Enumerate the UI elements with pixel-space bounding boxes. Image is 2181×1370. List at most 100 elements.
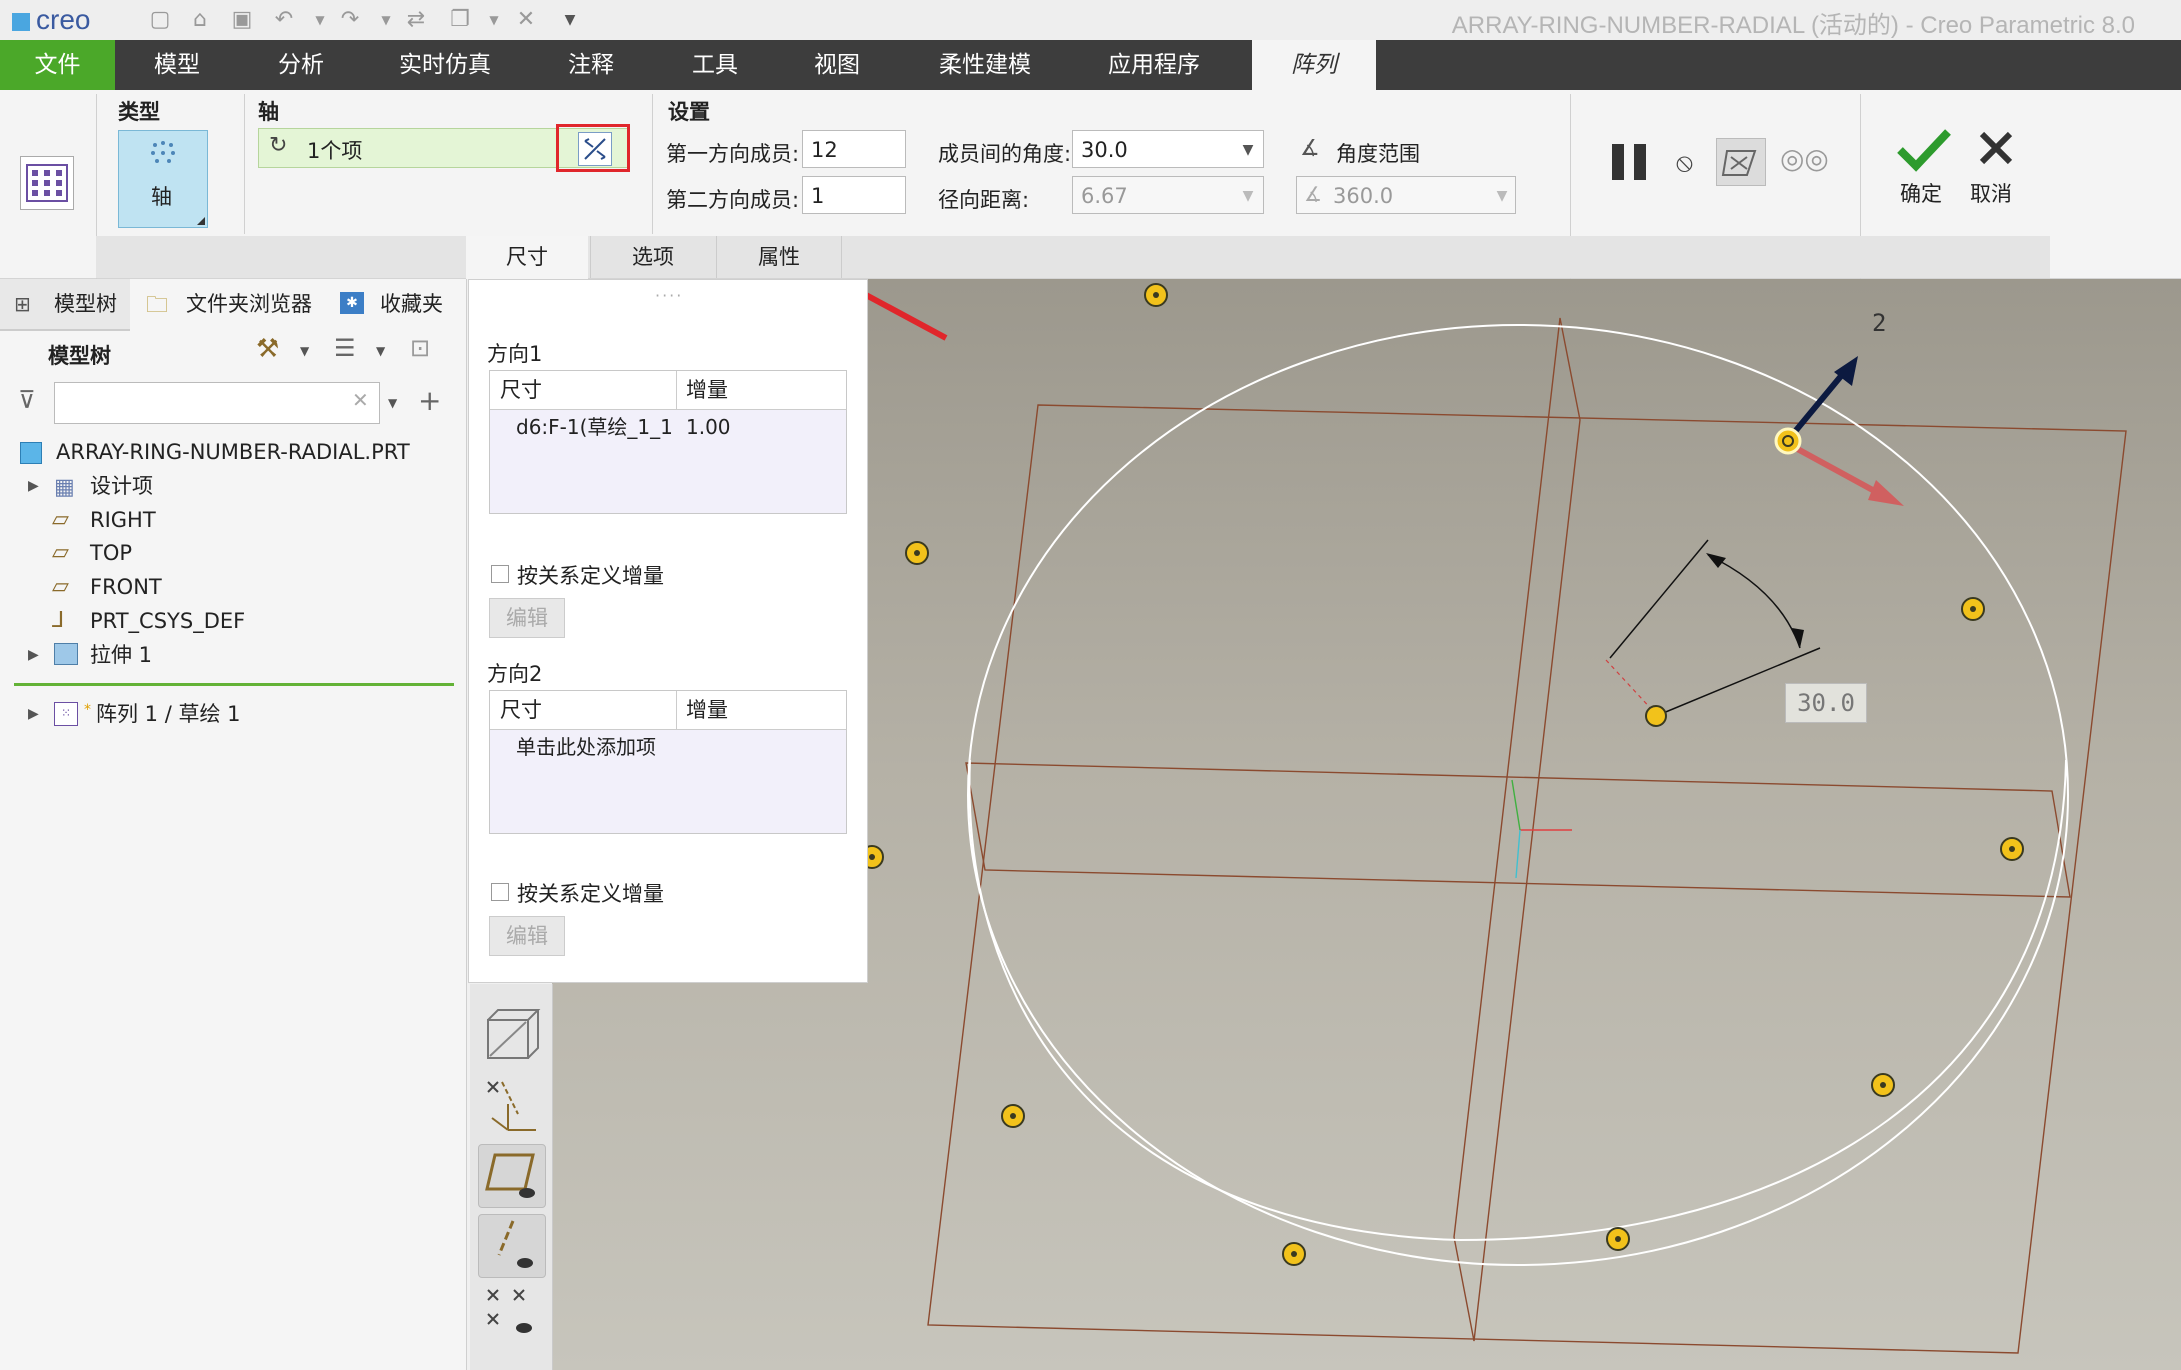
dir1-edit-button[interactable]: 编辑	[489, 598, 565, 638]
open-icon[interactable]: ⌂	[186, 6, 214, 34]
tree-item-extrude[interactable]: ▶ 拉伸 1	[28, 639, 460, 671]
design-items-icon: ▦	[54, 475, 75, 500]
confirm-label[interactable]: 确定	[1900, 178, 1942, 208]
dir2-members-label: 第二方向成员:	[666, 188, 800, 212]
menu-annotate[interactable]: 注释	[546, 40, 636, 90]
tree-item-part[interactable]: ARRAY-RING-NUMBER-RADIAL.PRT	[20, 436, 460, 468]
extrude-icon	[54, 643, 78, 665]
menu-live-simulation[interactable]: 实时仿真	[380, 40, 510, 90]
angle-range-label[interactable]: 角度范围	[1336, 138, 1420, 168]
menu-tools[interactable]: 工具	[668, 40, 762, 90]
menu-model[interactable]: 模型	[130, 40, 224, 90]
menu-view[interactable]: 视图	[790, 40, 884, 90]
checkmark-icon	[1897, 129, 1951, 172]
windows-dropdown-icon[interactable]: ▼	[480, 6, 508, 34]
cancel-button[interactable]	[1974, 126, 2020, 176]
dimension-witness-line	[1609, 539, 1709, 659]
angle-range-input-icon: ∡	[1304, 182, 1322, 206]
expand-icon[interactable]: ▶	[28, 470, 39, 502]
flip-direction-icon	[584, 138, 606, 160]
menu-file[interactable]: 文件	[0, 40, 115, 90]
dir1-members-input[interactable]: 12	[802, 130, 906, 168]
tree-settings-icon[interactable]: ⚒	[256, 334, 279, 364]
type-label: 类型	[118, 100, 160, 124]
menu-bar: 文件 模型 分析 实时仿真 注释 工具 视图 柔性建模 应用程序 阵列	[0, 40, 2181, 90]
table-row[interactable]: d6:F-1(草绘_1_1) 1.00	[490, 409, 846, 445]
tab-properties[interactable]: 属性	[716, 236, 842, 278]
grip-icon[interactable]: ····	[655, 286, 683, 305]
new-icon[interactable]: ▢	[146, 6, 174, 34]
tree-item-front[interactable]: ▱ FRONT	[52, 571, 460, 603]
angle-range-dropdown-icon[interactable]: ▼	[1490, 188, 1514, 204]
angle-dimension-label[interactable]: 30.0	[1785, 683, 1867, 723]
csys-y-axis	[1511, 779, 1521, 831]
tree-item-pattern[interactable]: ▶ ⁙ * 阵列 1 / 草绘 1	[28, 698, 460, 730]
direction-arrow-red	[1790, 443, 1882, 497]
radial-distance-dropdown-icon[interactable]: ▼	[1236, 188, 1260, 204]
expand-icon[interactable]: ▶	[28, 639, 39, 671]
menu-applications[interactable]: 应用程序	[1086, 40, 1222, 90]
flip-direction-button[interactable]	[578, 132, 612, 166]
clear-search-icon[interactable]: ✕	[352, 388, 369, 412]
tree-settings-dropdown-icon[interactable]: ▼	[300, 344, 309, 358]
point-display-button[interactable]	[478, 1284, 544, 1346]
add-item-placeholder[interactable]: 单击此处添加项	[516, 729, 656, 765]
dimension-arc	[1707, 554, 1801, 649]
dimension-arrow-icon	[1706, 553, 1726, 568]
model-tree-title: 模型树	[48, 344, 111, 368]
tab-dimensions[interactable]: 尺寸	[466, 236, 588, 278]
tree-item-design-items[interactable]: ▶ ▦ 设计项	[28, 470, 460, 502]
menu-flexible-modeling[interactable]: 柔性建模	[920, 40, 1050, 90]
tree-search-input[interactable]	[54, 382, 380, 424]
regenerate-icon[interactable]: ⇄	[402, 6, 430, 34]
angle-range-input[interactable]: 360.0	[1296, 176, 1516, 214]
type-axis-button[interactable]: 轴	[118, 130, 208, 228]
tree-columns-dropdown-icon[interactable]: ▼	[376, 344, 385, 358]
confirm-button[interactable]	[1896, 126, 1952, 176]
pause-button[interactable]	[1608, 140, 1652, 184]
tab-model-tree[interactable]: 模型树	[54, 279, 117, 329]
dir2-edit-button[interactable]: 编辑	[489, 916, 565, 956]
tab-favorites[interactable]: 收藏夹	[380, 279, 443, 329]
tab-folder-browser[interactable]: 文件夹浏览器	[186, 279, 312, 329]
verify-glasses-icon[interactable]: ◎◎	[1780, 142, 1829, 175]
save-icon[interactable]: ▣	[228, 6, 256, 34]
dir1-members-label: 第一方向成员:	[666, 142, 800, 166]
expand-icon[interactable]: ▶	[28, 698, 39, 730]
tree-item-csys[interactable]: ⅃ PRT_CSYS_DEF	[52, 605, 460, 637]
direction1-label: 方向1	[487, 342, 543, 366]
tree-item-top[interactable]: ▱ TOP	[52, 537, 460, 569]
customize-icon[interactable]: ▼	[556, 6, 584, 34]
dir2-members-input[interactable]: 1	[802, 176, 906, 214]
tree-columns-icon[interactable]: ☰	[334, 334, 356, 362]
csys-display-icon[interactable]	[478, 1074, 544, 1136]
axis-display-icon	[497, 1220, 533, 1268]
add-filter-icon[interactable]: +	[418, 384, 441, 417]
menu-pattern[interactable]: 阵列	[1252, 40, 1376, 90]
pause-icon	[1612, 144, 1646, 180]
dir2-relation-checkbox[interactable]	[491, 883, 509, 901]
close-window-icon[interactable]: ✕	[512, 6, 540, 34]
tree-item-right[interactable]: ▱ RIGHT	[52, 504, 460, 536]
model-tree-tab-icon: ⊞	[14, 292, 31, 316]
axis-display-button[interactable]	[478, 1214, 546, 1278]
pattern-icon	[20, 156, 74, 210]
cancel-label[interactable]: 取消	[1970, 178, 2012, 208]
view-box-icon[interactable]	[478, 1004, 544, 1066]
menu-analysis[interactable]: 分析	[254, 40, 348, 90]
no-preview-icon[interactable]: ⦸	[1676, 148, 1693, 179]
plane-display-button[interactable]	[478, 1144, 546, 1208]
dir1-relation-checkbox[interactable]	[491, 565, 509, 583]
undo-icon[interactable]: ↶	[270, 6, 298, 34]
windows-icon[interactable]: ❐	[446, 6, 474, 34]
tree-filter-display-icon[interactable]: ⊡	[410, 334, 430, 362]
undo-dropdown-icon[interactable]: ▼	[306, 6, 334, 34]
tab-options[interactable]: 选项	[590, 236, 715, 278]
angle-between-dropdown-icon[interactable]: ▼	[1236, 142, 1260, 158]
datum-plane-icon: ▱	[52, 507, 69, 532]
feature-preview-button[interactable]	[1716, 138, 1766, 186]
redo-icon[interactable]: ↷	[336, 6, 364, 34]
redo-dropdown-icon[interactable]: ▼	[372, 6, 400, 34]
search-dropdown-icon[interactable]: ▼	[388, 396, 397, 410]
axis-label: 轴	[258, 100, 279, 124]
